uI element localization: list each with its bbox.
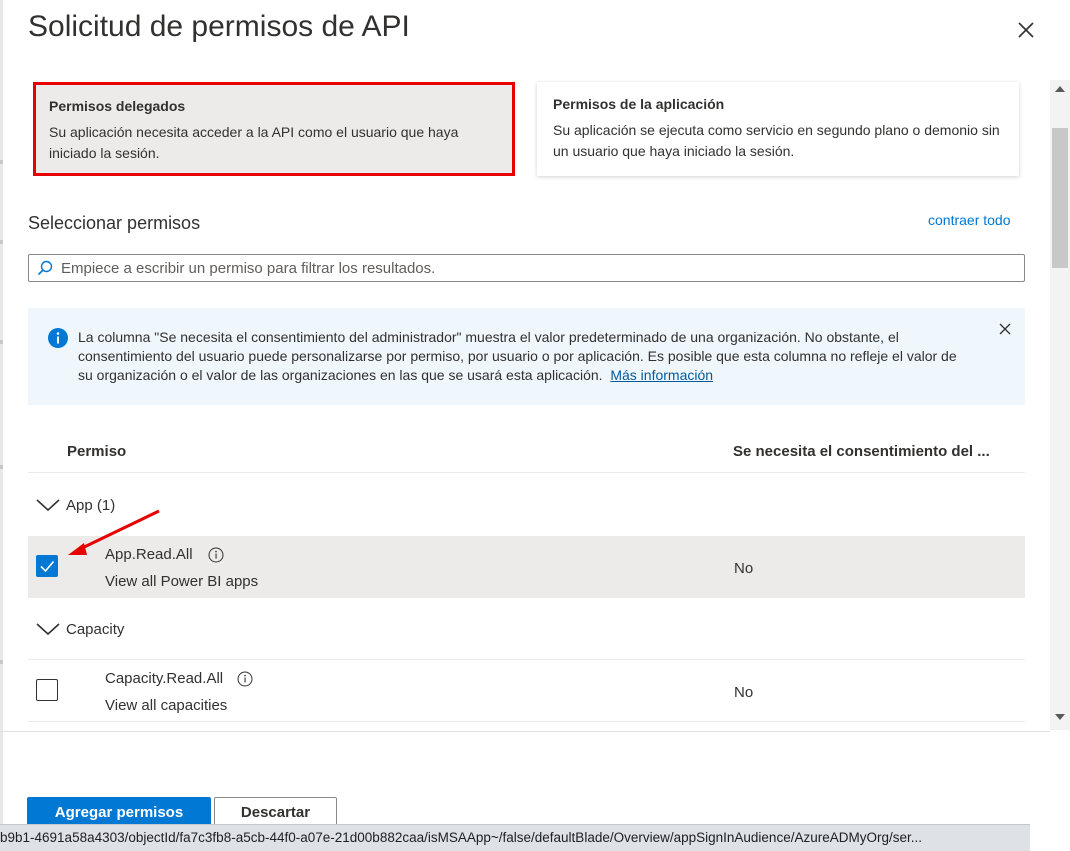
- column-header-admin-consent[interactable]: Se necesita el consentimiento del ...: [733, 443, 990, 460]
- application-permissions-card[interactable]: Permisos de la aplicación Su aplicación …: [537, 82, 1019, 176]
- dismiss-banner-icon[interactable]: [998, 322, 1012, 336]
- permission-search-box[interactable]: [28, 254, 1025, 282]
- dialog-content[interactable]: Permisos delegados Su aplicación necesit…: [0, 80, 1050, 730]
- permission-description: View all capacities: [105, 697, 228, 714]
- scroll-down-icon[interactable]: [1055, 714, 1065, 720]
- card-description: Su aplicación necesita acceder a la API …: [49, 124, 459, 161]
- select-permissions-heading: Seleccionar permisos: [28, 213, 201, 233]
- collapse-all-link[interactable]: contraer todo: [928, 212, 1011, 228]
- discard-button[interactable]: Descartar: [214, 797, 337, 827]
- info-icon: [48, 328, 68, 348]
- search-input[interactable]: [59, 258, 983, 278]
- permission-description: View all Power BI apps: [105, 573, 259, 590]
- group-label: Capacity: [66, 620, 125, 638]
- permission-name: Capacity.Read.All: [105, 670, 224, 687]
- admin-consent-value: No: [734, 560, 754, 577]
- scroll-thumb[interactable]: [1052, 128, 1068, 268]
- column-header-permission[interactable]: Permiso: [67, 443, 126, 460]
- scroll-up-icon[interactable]: [1055, 86, 1065, 92]
- header-divider: [28, 472, 1025, 473]
- vertical-scrollbar[interactable]: [1050, 80, 1070, 730]
- group-capacity[interactable]: Capacity: [28, 598, 1025, 660]
- permission-checkbox[interactable]: [36, 679, 58, 701]
- chevron-down-icon: [36, 499, 60, 512]
- annotation-arrow-icon: [68, 509, 160, 555]
- info-circle-icon[interactable]: [237, 671, 253, 687]
- card-title: Permisos de la aplicación: [553, 96, 725, 112]
- card-description: Su aplicación se ejecuta como servicio e…: [553, 122, 1000, 159]
- permission-checkbox[interactable]: [36, 555, 58, 577]
- card-title: Permisos delegados: [49, 98, 186, 114]
- close-icon[interactable]: [1014, 18, 1038, 42]
- footer-divider: [0, 731, 1050, 732]
- info-banner-text: La columna "Se necesita el consentimient…: [78, 328, 958, 385]
- add-permissions-button[interactable]: Agregar permisos: [27, 797, 211, 827]
- search-icon: [37, 260, 53, 276]
- permission-row[interactable]: Capacity.Read.All View all capacities No: [28, 660, 1025, 722]
- admin-consent-value: No: [734, 684, 754, 701]
- chevron-down-icon: [36, 623, 60, 636]
- browser-status-url: b9b1-4691a58a4303/objectId/fa7c3fb8-a5cb…: [0, 824, 1030, 851]
- more-info-link[interactable]: Más información: [610, 367, 713, 383]
- info-circle-icon[interactable]: [208, 547, 224, 563]
- delegated-permissions-card[interactable]: Permisos delegados Su aplicación necesit…: [33, 82, 515, 176]
- info-banner-message: La columna "Se necesita el consentimient…: [78, 329, 957, 383]
- dialog-title: Solicitud de permisos de API: [28, 10, 410, 43]
- row-divider: [28, 721, 1025, 722]
- info-banner: La columna "Se necesita el consentimient…: [28, 308, 1025, 405]
- checkmark-icon: [40, 560, 55, 573]
